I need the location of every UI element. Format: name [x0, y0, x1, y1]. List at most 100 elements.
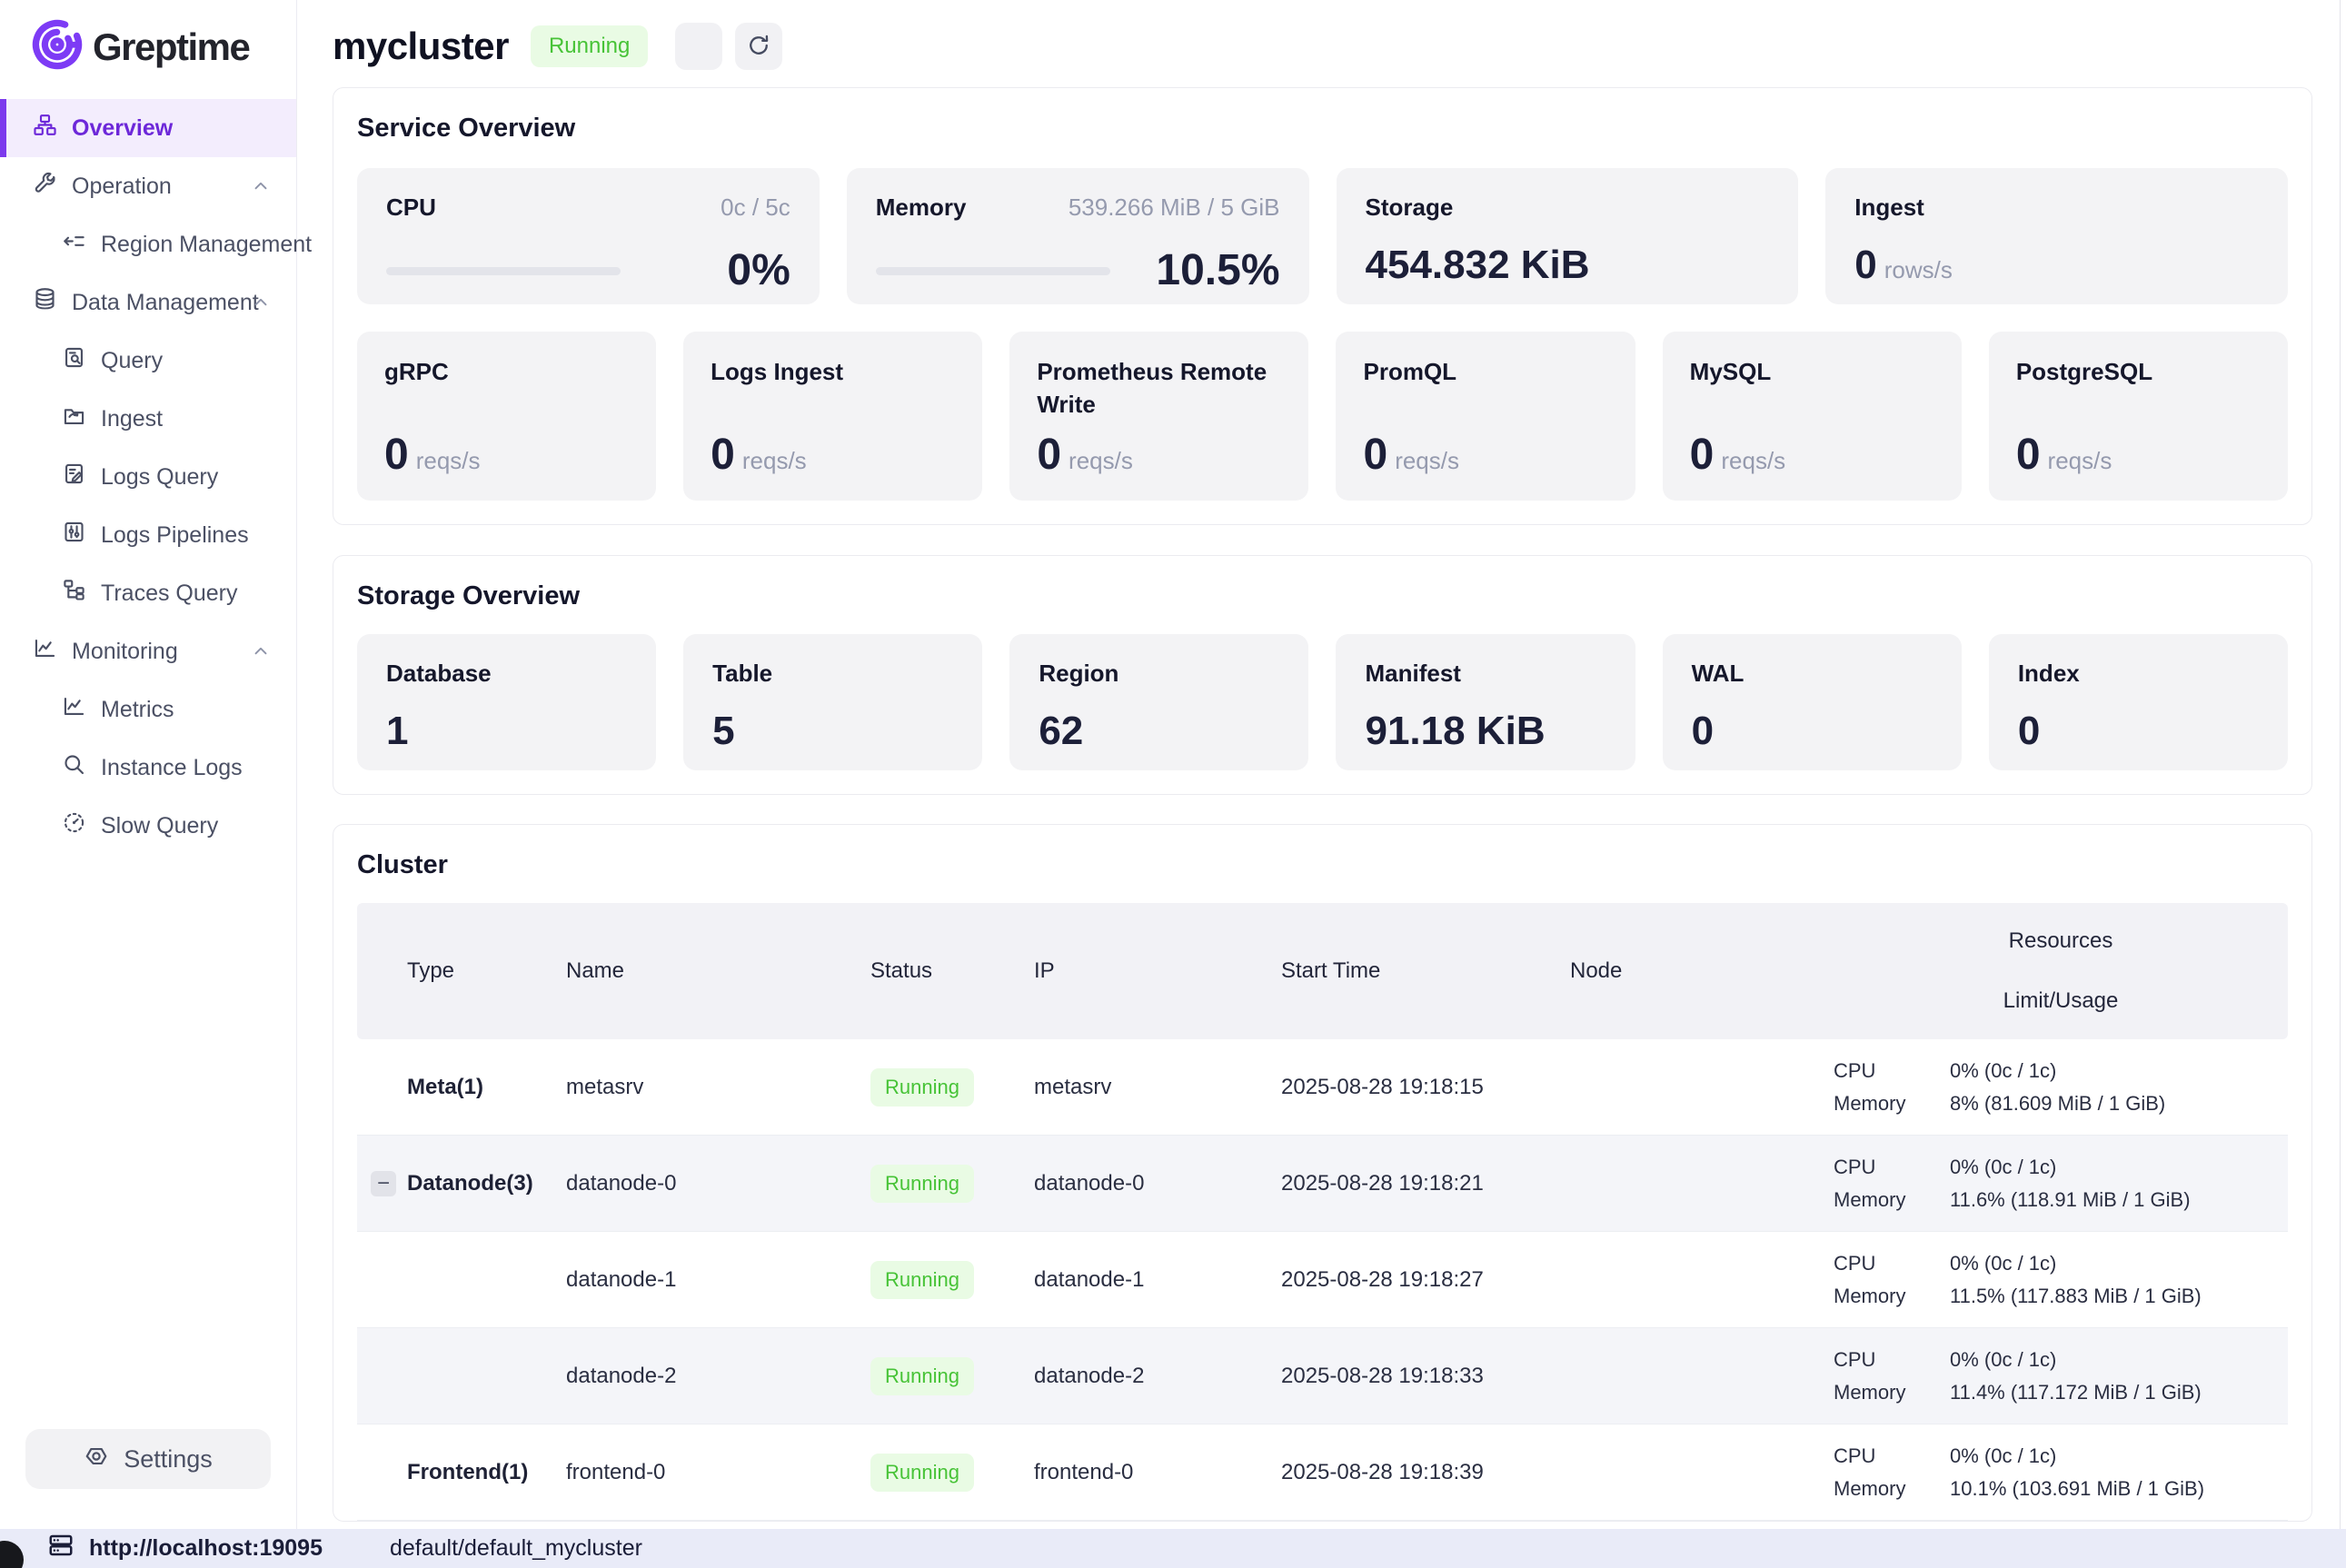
card-value: 0: [2018, 711, 2259, 751]
sitemap-icon: [33, 113, 57, 144]
cpu-label: CPU: [386, 194, 436, 222]
app-root: Greptime Overview: [0, 0, 2346, 1568]
resources-header-top: Resources: [2009, 928, 2113, 954]
service-stat-cards: CPU 0c / 5c 0% Memory 539.266 MiB / 5 Gi…: [357, 168, 2288, 304]
col-header-node: Node: [1570, 958, 1834, 984]
database-icon: [33, 287, 57, 318]
sidebar-item-label: Query: [101, 348, 163, 374]
row-ip: datanode-0: [1034, 1171, 1281, 1196]
status-badge: Running: [870, 1165, 974, 1203]
memory-usage: 8% (81.609 MiB / 1 GiB): [1950, 1092, 2165, 1116]
storage-card: Storage 454.832 KiB: [1337, 168, 1799, 304]
sidebar-item-logs-pipelines[interactable]: Logs Pipelines: [0, 506, 296, 564]
sidebar: Greptime Overview: [0, 0, 297, 1529]
row-ip: frontend-0: [1034, 1460, 1281, 1485]
cpu-limit: 0c / 5c: [721, 194, 790, 222]
status-bar: http://localhost:19095 default/default_m…: [0, 1529, 2346, 1568]
col-header-ip: IP: [1034, 958, 1281, 984]
protocol-value: 0reqs/s: [1037, 433, 1281, 477]
sidebar-item-label: Ingest: [101, 406, 163, 432]
table-row: datanode-2 Running datanode-2 2025-08-28…: [357, 1328, 2288, 1424]
table-row: − Datanode(3) datanode-0 Running datanod…: [357, 1136, 2288, 1232]
sidebar-item-ingest[interactable]: Ingest: [0, 390, 296, 448]
sidebar-item-traces-query[interactable]: Traces Query: [0, 564, 296, 622]
gauge-icon: [62, 810, 86, 841]
row-ip: datanode-2: [1034, 1364, 1281, 1389]
pause-button[interactable]: [675, 23, 722, 70]
chart-icon: [62, 694, 86, 725]
memory-usage: 11.6% (118.91 MiB / 1 GiB): [1950, 1188, 2191, 1212]
section-title: Cluster: [357, 849, 2288, 881]
greptime-spiral-icon: [31, 18, 84, 75]
memory-card: Memory 539.266 MiB / 5 GiB 10.5%: [847, 168, 1309, 304]
region-card: Region 62: [1009, 634, 1308, 770]
settings-label: Settings: [124, 1445, 213, 1474]
postgresql-card: PostgreSQL 0reqs/s: [1989, 332, 2288, 501]
sidebar-item-label: Monitoring: [72, 639, 178, 665]
service-overview-section: Service Overview CPU 0c / 5c 0%: [333, 87, 2312, 525]
sidebar-item-instance-logs[interactable]: Instance Logs: [0, 739, 296, 797]
sidebar-item-label: Overview: [72, 115, 173, 142]
chevron-up-icon: [251, 176, 271, 196]
sidebar-item-query[interactable]: Query: [0, 332, 296, 390]
row-name: datanode-2: [566, 1364, 870, 1389]
brand-name: Greptime: [93, 25, 249, 69]
row-ip: metasrv: [1034, 1075, 1281, 1100]
sidebar-item-metrics[interactable]: Metrics: [0, 680, 296, 739]
server-icon: [47, 1532, 75, 1565]
row-start-time: 2025-08-28 19:18:33: [1281, 1364, 1570, 1389]
row-resources: CPU0% (0c / 1c) Memory8% (81.609 MiB / 1…: [1834, 1059, 2288, 1116]
magnifier-icon: [62, 752, 86, 783]
refresh-icon: [746, 33, 771, 61]
sidebar-item-label: Instance Logs: [101, 755, 243, 781]
protocol-value: 0reqs/s: [711, 433, 955, 477]
promql-card: PromQL 0reqs/s: [1336, 332, 1635, 501]
storage-overview-section: Storage Overview Database 1 Table 5 Regi…: [333, 555, 2312, 795]
sidebar-item-overview[interactable]: Overview: [0, 99, 296, 157]
section-title: Storage Overview: [357, 580, 2288, 612]
row-name: datanode-0: [566, 1171, 870, 1196]
brand-logo: Greptime: [0, 0, 296, 88]
sidebar-item-operation[interactable]: Operation: [0, 157, 296, 215]
protocol-label: PromQL: [1363, 355, 1607, 388]
memory-usage: 10.1% (103.691 MiB / 1 GiB): [1950, 1477, 2204, 1501]
sidebar-item-logs-query[interactable]: Logs Query: [0, 448, 296, 506]
sidebar-item-label: Data Management: [72, 290, 259, 316]
table-row: datanode-1 Running datanode-1 2025-08-28…: [357, 1232, 2288, 1328]
row-type: − Datanode(3): [357, 1171, 566, 1196]
card-label: Index: [2018, 660, 2259, 688]
protocol-value: 0reqs/s: [1363, 433, 1607, 477]
sidebar-item-data-management[interactable]: Data Management: [0, 273, 296, 332]
sidebar-item-label: Logs Pipelines: [101, 522, 249, 549]
table-header: Type Name Status IP Start Time Node Reso…: [357, 903, 2288, 1039]
database-card: Database 1: [357, 634, 656, 770]
cpu-percent: 0%: [727, 249, 790, 293]
sidebar-item-region-management[interactable]: Region Management: [0, 215, 296, 273]
cluster-section: Cluster Type Name Status IP Start Time N…: [333, 824, 2312, 1522]
row-resources: CPU0% (0c / 1c) Memory11.4% (117.172 MiB…: [1834, 1348, 2288, 1404]
sidebar-item-monitoring[interactable]: Monitoring: [0, 622, 296, 680]
scroll-gutter-line: [2340, 0, 2341, 1529]
storage-cards: Database 1 Table 5 Region 62 Manifest 91…: [357, 634, 2288, 770]
row-status: Running: [870, 1357, 1034, 1395]
wrench-icon: [33, 171, 57, 202]
protocol-label: Logs Ingest: [711, 355, 955, 388]
folder-arrow-icon: [62, 403, 86, 434]
refresh-button[interactable]: [735, 23, 782, 70]
status-badge: Running: [870, 1068, 974, 1107]
col-header-resources: Resources Limit/Usage: [1834, 903, 2288, 1039]
memory-usage: 11.5% (117.883 MiB / 1 GiB): [1950, 1285, 2202, 1308]
row-resources: CPU0% (0c / 1c) Memory10.1% (103.691 MiB…: [1834, 1444, 2288, 1501]
row-resources: CPU0% (0c / 1c) Memory11.6% (118.91 MiB …: [1834, 1156, 2288, 1212]
table-row: Frontend(1) frontend-0 Running frontend-…: [357, 1424, 2288, 1521]
collapse-group-button[interactable]: −: [371, 1171, 396, 1196]
memory-percent: 10.5%: [1156, 249, 1279, 293]
status-badge: Running: [531, 25, 648, 67]
sidebar-item-slow-query[interactable]: Slow Query: [0, 797, 296, 855]
row-ip: datanode-1: [1034, 1267, 1281, 1293]
settings-button[interactable]: Settings: [25, 1429, 271, 1489]
sidebar-item-label: Traces Query: [101, 581, 238, 607]
col-header-type: Type: [357, 958, 566, 984]
grpc-card: gRPC 0reqs/s: [357, 332, 656, 501]
storage-value: 454.832 KiB: [1366, 245, 1770, 285]
